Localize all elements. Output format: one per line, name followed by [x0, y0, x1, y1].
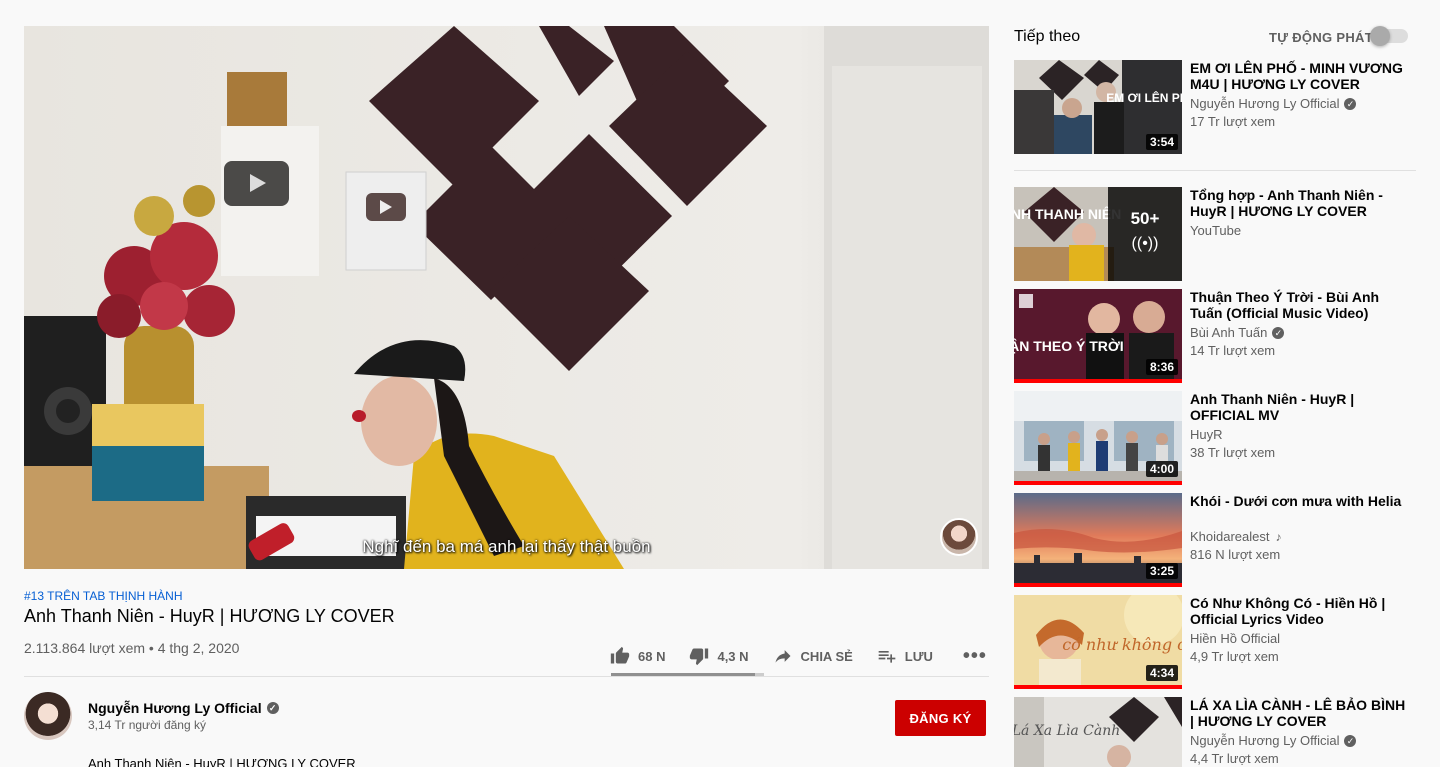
verified-check-icon: ✓	[1344, 734, 1357, 747]
recommended-title[interactable]: Thuận Theo Ý Trời - Bùi Anh Tuấn (Offici…	[1190, 289, 1410, 321]
watch-progress-bar	[1014, 685, 1182, 689]
recommended-playlist[interactable]: ANH THANH NIÊN 50+ ((•)) Tổng hợp - Anh …	[1014, 187, 1424, 281]
recommended-channel[interactable]: Bùi Anh Tuấn	[1190, 325, 1267, 340]
thumbnail-text: ANH THANH NIÊN	[1014, 205, 1121, 222]
subscribe-button[interactable]: ĐĂNG KÝ	[895, 700, 986, 736]
recommended-views: 38 Tr lượt xem	[1190, 445, 1276, 460]
playlist-add-icon	[878, 651, 896, 663]
video-duration: 8:36	[1145, 359, 1178, 375]
verified-check-icon: ✓	[266, 702, 279, 714]
channel-name-row[interactable]: Nguyễn Hương Ly Official ✓	[88, 700, 279, 716]
recommended-channel-row: Khoidarealest ♪	[1190, 529, 1282, 544]
autoplay-toggle[interactable]	[1370, 26, 1408, 46]
recommended-video[interactable]: Lá Xa Lìa Cành LÁ XA LÌA CÀNH - LÊ BẢO B…	[1014, 697, 1424, 767]
playlist-count: 50+	[1130, 209, 1160, 228]
recommended-channel[interactable]: Hiền Hồ Official	[1190, 631, 1280, 646]
recommended-channel-row: Nguyễn Hương Ly Official ✓	[1190, 733, 1357, 748]
view-count-and-date: 2.113.864 lượt xem • 4 thg 2, 2020	[24, 640, 240, 656]
autoplay-label: TỰ ĐỘNG PHÁT	[1269, 30, 1373, 45]
verified-check-icon: ✓	[1344, 97, 1357, 110]
thumbs-down-icon	[690, 648, 709, 666]
youtube-watch-page: Nghĩ đến ba má anh lại thấy thật buồn #1…	[0, 0, 1440, 767]
video-thumbnail[interactable]: THUẬN THEO Ý TRỜI 8:36	[1014, 289, 1182, 383]
video-duration: 4:34	[1145, 665, 1178, 681]
dislike-button[interactable]: 4,3 N	[689, 646, 749, 666]
thumbnail-text: có như không có	[1062, 635, 1182, 654]
video-title: Anh Thanh Niên - HuyR | HƯƠNG LY COVER	[24, 606, 395, 626]
dislike-count: 4,3 N	[717, 648, 749, 664]
like-count: 68 N	[638, 648, 666, 664]
thumbnail-text: THUẬN THEO Ý TRỜI	[1014, 337, 1124, 354]
music-note-icon: ♪	[1275, 529, 1282, 544]
recommended-channel[interactable]: HuyR	[1190, 427, 1223, 442]
playlist-overlay: 50+ ((•))	[1108, 187, 1182, 281]
thumbs-up-icon	[610, 646, 630, 664]
more-actions-button[interactable]: •••	[963, 645, 987, 668]
video-thumbnail[interactable]: Lá Xa Lìa Cành	[1014, 697, 1182, 767]
video-duration: 4:00	[1145, 461, 1178, 477]
recommended-title[interactable]: Có Như Không Có - Hiền Hồ | Official Lyr…	[1190, 595, 1410, 627]
recommended-video[interactable]: EM ƠI LÊN PHỐ 3:54 EM ƠI LÊN PHỐ - MINH …	[1014, 60, 1424, 154]
recommended-title[interactable]: LÁ XA LÌA CÀNH - LÊ BẢO BÌNH | HƯƠNG LY …	[1190, 697, 1410, 729]
recommended-views: 816 N lượt xem	[1190, 547, 1281, 562]
recommended-channel[interactable]: Khoidarealest	[1190, 529, 1270, 544]
watch-progress-bar	[1014, 379, 1182, 383]
recommended-views: 14 Tr lượt xem	[1190, 343, 1276, 358]
thumbnail-text: Lá Xa Lìa Cành	[1014, 723, 1120, 739]
channel-avatar[interactable]	[24, 692, 72, 740]
share-arrow-icon	[775, 650, 791, 663]
info-divider	[24, 676, 989, 677]
save-label: LƯU	[904, 648, 933, 664]
recommended-channel[interactable]: Nguyễn Hương Ly Official	[1190, 733, 1339, 748]
video-actions: 68 N 4,3 N CHIA SẺ LƯU •••	[610, 636, 987, 676]
recommended-channel-row: Nguyễn Hương Ly Official ✓	[1190, 96, 1357, 111]
video-description: Anh Thanh Niên - HuyR | HƯƠNG LY COVER	[88, 756, 356, 767]
like-button[interactable]: 68 N	[610, 646, 665, 666]
recommended-video[interactable]: có như không có 4:34 Có Như Không Có - H…	[1014, 595, 1424, 689]
save-button[interactable]: LƯU	[877, 646, 933, 666]
sidebar-divider	[1014, 170, 1416, 171]
video-subtitle: Nghĩ đến ba má anh lại thấy thật buồn	[362, 537, 651, 556]
recommended-channel[interactable]: YouTube	[1190, 223, 1241, 238]
video-player[interactable]: Nghĩ đến ba má anh lại thấy thật buồn	[24, 26, 989, 569]
video-thumbnail[interactable]: EM ƠI LÊN PHỐ 3:54	[1014, 60, 1182, 154]
recommended-title[interactable]: Khói - Dưới cơn mưa with Helia	[1190, 493, 1410, 509]
video-thumbnail[interactable]: 3:25	[1014, 493, 1182, 587]
video-thumbnail[interactable]: 4:00	[1014, 391, 1182, 485]
subscriber-count: 3,14 Tr người đăng ký	[88, 718, 206, 732]
mix-playlist-icon: ((•))	[1131, 235, 1159, 252]
thumbnail-text: EM ƠI LÊN PHỐ	[1106, 90, 1182, 105]
recommended-views: 4,4 Tr lượt xem	[1190, 751, 1279, 766]
thumbnail-image: Lá Xa Lìa Cành	[1014, 697, 1182, 767]
trending-tag[interactable]: #13 TRÊN TAB THỊNH HÀNH	[24, 589, 182, 603]
recommended-views: 4,9 Tr lượt xem	[1190, 649, 1279, 664]
playlist-thumbnail[interactable]: ANH THANH NIÊN 50+ ((•))	[1014, 187, 1182, 281]
autoplay-toggle-knob	[1370, 26, 1390, 46]
recommended-views: 17 Tr lượt xem	[1190, 114, 1276, 129]
watch-progress-bar	[1014, 583, 1182, 587]
recommended-title[interactable]: Tổng hợp - Anh Thanh Niên - HuyR | HƯƠNG…	[1190, 187, 1410, 219]
video-duration: 3:25	[1145, 563, 1178, 579]
video-duration: 3:54	[1145, 134, 1178, 150]
video-frame	[24, 26, 989, 569]
recommended-channel[interactable]: Nguyễn Hương Ly Official	[1190, 96, 1339, 111]
recommended-video[interactable]: 3:25 Khói - Dưới cơn mưa with Helia Khoi…	[1014, 493, 1424, 587]
channel-watermark-avatar[interactable]	[940, 518, 978, 556]
channel-name[interactable]: Nguyễn Hương Ly Official	[88, 700, 262, 716]
video-thumbnail[interactable]: có như không có 4:34	[1014, 595, 1182, 689]
up-next-heading: Tiếp theo	[1014, 28, 1081, 45]
recommended-title[interactable]: Anh Thanh Niên - HuyR | OFFICIAL MV	[1190, 391, 1410, 423]
share-button[interactable]: CHIA SẺ	[773, 646, 853, 666]
verified-check-icon: ✓	[1272, 326, 1285, 339]
recommended-title[interactable]: EM ƠI LÊN PHỐ - MINH VƯƠNG M4U | HƯƠNG L…	[1190, 60, 1410, 92]
watch-progress-bar	[1014, 481, 1182, 485]
recommended-video[interactable]: THUẬN THEO Ý TRỜI 8:36 Thuận Theo Ý Trời…	[1014, 289, 1424, 383]
recommended-channel-row: Bùi Anh Tuấn ✓	[1190, 325, 1285, 340]
share-label: CHIA SẺ	[800, 648, 853, 664]
recommended-video[interactable]: 4:00 Anh Thanh Niên - HuyR | OFFICIAL MV…	[1014, 391, 1424, 485]
